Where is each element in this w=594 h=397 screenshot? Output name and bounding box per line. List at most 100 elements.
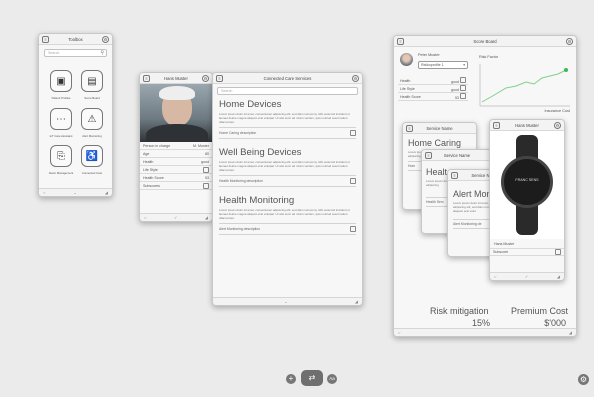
tool-label: Patient Profiles [51,96,71,100]
tool-label: Connected Care [81,171,103,175]
section-body: Lorem ipsum dolor sit amet, consectetuer… [219,112,350,124]
tool-label: IoT Care Assistant [49,134,73,138]
dropdown-arrow-icon: ▾ [463,63,465,67]
patient-avatar [400,53,413,66]
connected-care-tool[interactable]: ♿ [81,145,103,167]
risk-factor-label: Risk Factor [479,55,499,59]
care-bed-icon: ♿ [85,150,99,162]
window-menu-icon[interactable]: ≡ [425,152,432,159]
assistant-icon: ⋯ [56,113,66,125]
view-switch-button[interactable]: ⇄ [301,370,323,386]
info-icon[interactable]: ○ [144,215,146,220]
service-titlebar: ≡ Service Name [403,123,476,134]
expand-icon[interactable] [555,249,561,255]
patient-profiles-tool[interactable]: ▣ [50,70,72,92]
connected-care-window: ≡ Connected Care Services ⚙ Search Home … [212,72,363,306]
global-settings-button[interactable]: ⚙ [578,374,589,385]
scoreboard-footer: ○ ◢ [394,328,576,336]
section-body: Lorem ipsum dolor sit amet, consectetuer… [219,208,350,220]
health-score-row: Health Score 53 [140,174,212,182]
window-menu-icon[interactable]: ≡ [216,75,223,82]
tool-label: Alert Monitoring [82,134,102,138]
expand-icon[interactable] [350,130,356,136]
risk-profile-select[interactable]: Risikoprofile 1 ▾ [418,61,468,69]
resize-handle-icon[interactable]: ◢ [557,274,560,279]
gear-icon: ⚙ [579,375,588,384]
window-menu-icon[interactable]: ≡ [143,75,150,82]
window-menu-icon[interactable]: ≡ [397,38,404,45]
section-heading: Home Devices [219,99,282,110]
chevron-down-icon[interactable]: ⌄ [284,299,287,304]
expand-icon[interactable] [203,166,209,173]
expand-icon[interactable] [350,178,356,184]
expand-icon[interactable] [460,85,466,91]
scoreboard-patient-name: Peter Muster [418,53,440,57]
phone-device-icon: ▤ [87,75,97,87]
toolbox-window: ≡ Toolbox ⚙ Search ⚲ ▣ Patient Profiles … [38,33,113,197]
info-icon[interactable]: ○ [398,330,400,335]
add-button[interactable]: + [286,374,296,384]
window-settings-icon[interactable]: ⚙ [554,122,561,129]
connected-care-search-input[interactable]: Search [217,87,358,95]
health-row: Health good [398,77,468,85]
contact-card-icon: ▣ [56,75,66,87]
connected-care-footer: ⌄ ◢ [213,297,362,305]
score-board-tool[interactable]: ▤ [81,70,103,92]
section-description-row[interactable]: Alert Monitoring description [219,223,356,235]
connected-care-titlebar: ≡ Connected Care Services ⚙ [213,73,362,84]
risk-mitigation-value: 15% [472,318,491,328]
section-description-row[interactable]: Home Caring description [219,127,356,139]
section-description-row[interactable]: Health Monitoring description [219,175,356,187]
window-menu-icon[interactable]: ≡ [451,172,458,179]
chevron-down-icon[interactable]: ⌄ [73,190,76,195]
subscore-row: Subscore [490,248,564,256]
alert-monitoring-tool[interactable]: ⚠ [81,108,103,130]
window-settings-icon[interactable]: ⚙ [352,75,359,82]
connected-care-title: Connected Care Services [263,76,312,81]
window-settings-icon[interactable]: ⚙ [566,38,573,45]
services-list: Home Devices Lorem ipsum dolor sit amet,… [213,99,362,235]
search-icon: ⚲ [100,50,104,56]
toolbox-title: Toolbox [68,37,83,42]
window-settings-icon[interactable]: ⚙ [202,75,209,82]
expand-icon[interactable] [460,93,466,99]
life-style-row: Life Style [140,166,212,174]
premium-cost-label: Premium Cost [510,306,568,316]
age-row: Age 80 [140,150,212,158]
insurance-cost-label: Insurance Cost [544,109,570,113]
switch-icon: ⇄ [308,373,316,382]
patient-card-title: Hans Muster [164,76,188,81]
resize-handle-icon[interactable]: ◢ [205,215,208,220]
expand-icon[interactable] [460,77,466,83]
info-icon[interactable]: ○ [43,190,45,195]
info-icon[interactable]: ○ [494,274,496,279]
person-in-charge-row: Person in charge M. Muster [140,142,212,150]
smartwatch-image: FRANC SENS [490,131,564,239]
toolbox-search-input[interactable]: Search ⚲ [44,49,107,57]
resize-handle-icon[interactable]: ◢ [105,190,108,195]
alarm-management-tool[interactable]: ⎘ [50,145,72,167]
expand-icon[interactable] [350,226,356,232]
scoreboard-title: Score Board [473,39,497,44]
premium-cost-value: $'000 [544,318,566,328]
text-style-button[interactable]: Aa [327,374,337,384]
risk-mitigation-label: Risk mitigation [430,306,489,316]
resize-handle-icon[interactable]: ◢ [355,299,358,304]
iot-care-assistant-tool[interactable]: ⋯ [50,108,72,130]
window-settings-icon[interactable]: ⚙ [102,36,109,43]
patient-card-footer: ○ ✓ ◢ [140,213,212,221]
window-menu-icon[interactable]: ≡ [42,36,49,43]
check-icon[interactable]: ✓ [174,215,177,220]
section-heading: Health Monitoring [219,195,295,206]
watch-brand-text: FRANC SENS [515,178,539,182]
expand-icon[interactable] [203,182,209,189]
scoreboard-titlebar: ≡ Score Board ⚙ [394,36,576,47]
window-menu-icon[interactable]: ≡ [406,125,413,132]
window-menu-icon[interactable]: ≡ [493,122,500,129]
toolbox-footer: ○ ⌄ ◢ [39,188,112,196]
resize-handle-icon[interactable]: ◢ [569,330,572,335]
device-card-footer: ○ ✓ ◢ [490,272,564,280]
check-icon[interactable]: ✓ [525,274,528,279]
health-row: Health good [140,158,212,166]
device-card-window: ≡ Hans Muster ⚙ FRANC SENS Hans Muster S… [489,119,565,281]
